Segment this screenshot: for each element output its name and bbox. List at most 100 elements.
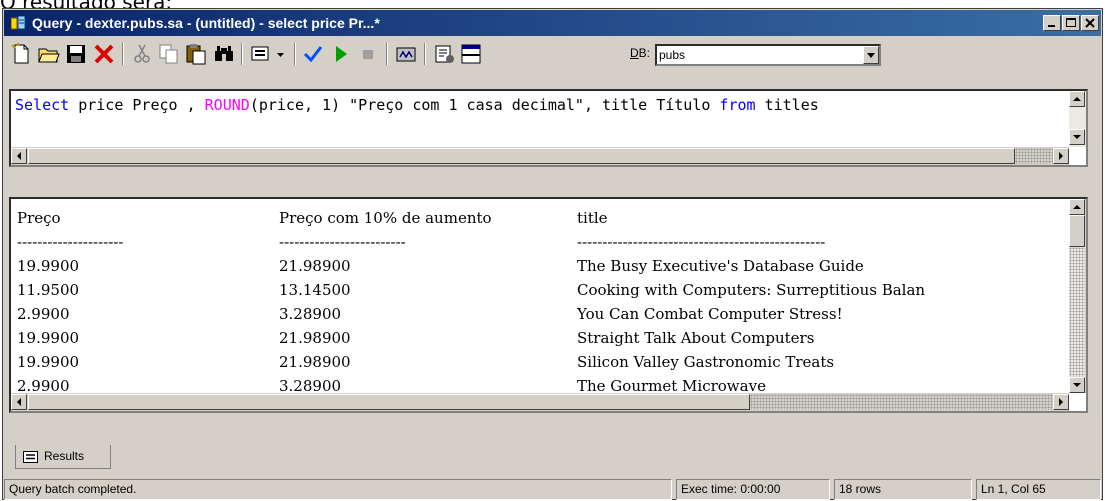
sql-text-part: (price, 1) "Preço com 1 casa decimal", t… xyxy=(249,96,720,114)
copy-icon xyxy=(159,44,178,64)
results-pane-button[interactable] xyxy=(459,42,483,66)
sql-keyword-from: from xyxy=(719,96,756,114)
split-pane-icon xyxy=(461,44,481,64)
status-message: Query batch completed. xyxy=(4,479,672,500)
minimize-icon xyxy=(1048,25,1055,27)
new-query-button[interactable] xyxy=(9,42,33,66)
scroll-up-button[interactable] xyxy=(1069,199,1085,215)
status-bar: Query batch completed. Exec time: 0:00:0… xyxy=(4,477,1101,501)
query-app-icon xyxy=(11,16,26,30)
table-row: 2.9900 3.28900 You Can Combat Computer Str… xyxy=(17,302,1077,326)
results-header-row: Preço Preço com 10% de aumento title xyxy=(17,206,1077,230)
table-cell: Cooking with Computers: Surreptitious Ba… xyxy=(577,281,926,299)
table-cell: --------------------- xyxy=(17,233,124,251)
parse-query-button[interactable] xyxy=(301,42,325,66)
results-scroll-thumb[interactable] xyxy=(28,394,750,410)
copy-button[interactable] xyxy=(157,42,181,66)
title-bar[interactable]: Query - dexter.pubs.sa - (untitled) - se… xyxy=(4,10,1101,36)
close-button[interactable] xyxy=(1081,15,1099,31)
open-file-button[interactable] xyxy=(37,42,61,66)
stop-query-button[interactable] xyxy=(356,42,380,66)
scissors-icon xyxy=(134,44,150,63)
results-horizontal-scrollbar[interactable] xyxy=(11,393,1069,411)
status-cursor-position: Ln 1, Col 65 xyxy=(976,479,1101,500)
display-plan-button[interactable] xyxy=(394,42,418,66)
scroll-track[interactable] xyxy=(1015,148,1053,164)
table-cell: Preço xyxy=(17,209,61,227)
editor-scroll-thumb[interactable] xyxy=(28,148,1015,164)
arrow-left-icon xyxy=(17,398,21,406)
binoculars-icon xyxy=(215,46,233,61)
table-cell: Silicon Valley Gastronomic Treats xyxy=(577,353,835,371)
table-cell: 13.14500 xyxy=(279,281,351,299)
arrow-right-icon xyxy=(1059,398,1063,406)
sql-text-part: titles xyxy=(755,96,819,114)
results-vertical-scrollbar[interactable] xyxy=(1069,199,1086,393)
cut-button[interactable] xyxy=(130,42,154,66)
find-button[interactable] xyxy=(212,42,236,66)
table-cell: ------------------------- xyxy=(279,233,406,251)
toolbar-separator xyxy=(386,43,388,65)
table-cell: 2.9900 xyxy=(17,305,70,323)
database-label-text: B: xyxy=(638,46,651,60)
chevron-down-icon xyxy=(867,53,875,58)
tab-results-label: Results xyxy=(44,449,85,463)
scroll-right-button[interactable] xyxy=(1053,148,1069,164)
window-title: Query - dexter.pubs.sa - (untitled) - se… xyxy=(32,15,380,31)
scroll-left-button[interactable] xyxy=(11,394,27,410)
table-row: 19.9900 21.98900 The Busy Executive's Data… xyxy=(17,254,1077,278)
close-icon xyxy=(1085,18,1095,28)
save-button[interactable] xyxy=(64,42,88,66)
scroll-left-button[interactable] xyxy=(11,148,27,164)
options-button[interactable] xyxy=(432,42,456,66)
scroll-track[interactable] xyxy=(750,394,1053,410)
table-row: 19.9900 21.98900 Straight Talk About Compu… xyxy=(17,326,1077,350)
table-cell: 11.9500 xyxy=(17,281,80,299)
query-editor[interactable]: Select price Preço , ROUND(price, 1) "Pr… xyxy=(9,89,1088,167)
minimize-button[interactable] xyxy=(1043,15,1061,31)
table-cell: 3.28900 xyxy=(279,305,342,323)
tab-results[interactable]: Results xyxy=(15,445,111,469)
sql-keyword-select: Select xyxy=(15,96,70,114)
table-row: 19.9900 21.98900 Silicon Valley Gastronomi… xyxy=(17,350,1077,374)
arrow-left-icon xyxy=(17,152,21,160)
execution-plan-icon xyxy=(396,47,416,62)
chevron-down-icon xyxy=(277,53,284,57)
table-cell: 21.98900 xyxy=(279,329,351,347)
sql-text-part: price Preço , xyxy=(69,96,205,114)
editor-horizontal-scrollbar[interactable] xyxy=(11,147,1069,165)
table-cell: The Busy Executive's Database Guide xyxy=(577,257,864,275)
scroll-up-button[interactable] xyxy=(1069,91,1085,107)
scroll-right-button[interactable] xyxy=(1053,394,1069,410)
table-cell: 21.98900 xyxy=(279,353,351,371)
open-folder-icon xyxy=(38,48,60,63)
delete-x-icon xyxy=(94,44,114,64)
scroll-track[interactable] xyxy=(1069,247,1085,377)
toolbar-separator xyxy=(424,43,426,65)
table-cell: You Can Combat Computer Stress! xyxy=(577,305,843,323)
results-grid-icon xyxy=(251,46,269,61)
checkmark-icon xyxy=(303,46,323,63)
save-disk-icon xyxy=(67,45,85,63)
paste-clipboard-icon xyxy=(186,44,206,65)
editor-vertical-scrollbar[interactable] xyxy=(1069,91,1086,147)
query-mode-button[interactable] xyxy=(249,42,273,66)
database-dropdown-button[interactable] xyxy=(863,46,879,64)
scroll-down-button[interactable] xyxy=(1069,377,1085,393)
database-select[interactable]: pubs xyxy=(655,44,881,66)
results-pane[interactable]: Preço Preço com 10% de aumento title ------… xyxy=(9,197,1088,413)
query-mode-dropdown[interactable] xyxy=(274,42,288,66)
execute-query-button[interactable] xyxy=(329,42,353,66)
scroll-down-button[interactable] xyxy=(1069,129,1085,145)
status-row-count: 18 rows xyxy=(834,479,972,500)
maximize-button[interactable] xyxy=(1062,15,1080,31)
toolbar: DB: pubs xyxy=(4,37,1101,71)
arrow-right-icon xyxy=(1059,152,1063,160)
paste-button[interactable] xyxy=(184,42,208,66)
results-separator-row: --------------------- -------------------… xyxy=(17,230,1077,254)
delete-button[interactable] xyxy=(92,42,116,66)
sql-text: Select price Preço , ROUND(price, 1) "Pr… xyxy=(15,96,819,114)
results-scroll-thumb[interactable] xyxy=(1069,215,1085,247)
table-cell: ----------------------------------------… xyxy=(577,233,826,251)
table-cell: 19.9900 xyxy=(17,257,80,275)
